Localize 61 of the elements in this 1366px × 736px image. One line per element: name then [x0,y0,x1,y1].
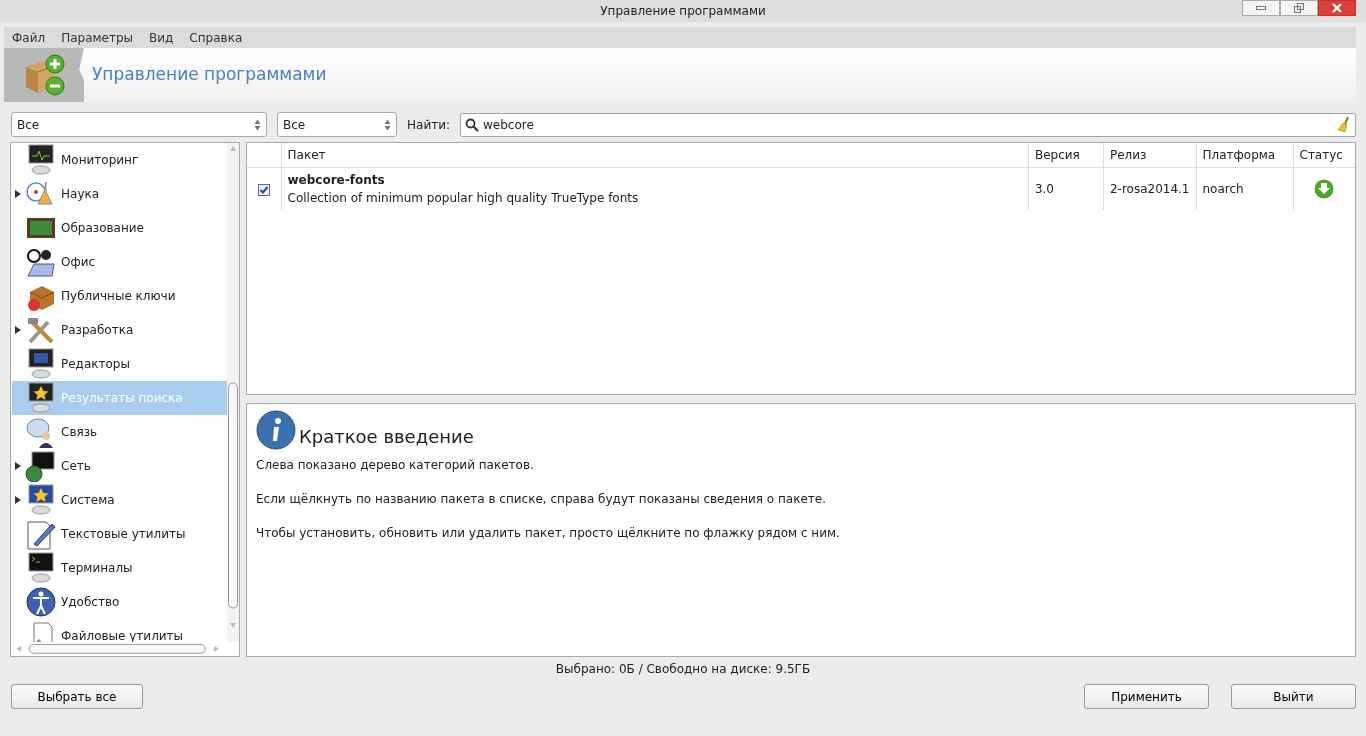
tree-item[interactable]: Мониторинг [12,143,227,177]
info-icon [256,410,296,450]
window-title: Управление программами [600,3,766,20]
table-cell: 2-rosa2014.1 [1103,167,1196,210]
info-heading: Краткое введение [299,425,474,449]
table-cell: noarch [1196,167,1293,210]
info-paragraph: Слева показано дерево категорий пакетов. [256,457,535,474]
search-label: Найти: [407,116,450,134]
search-icon [465,117,479,132]
tree-item[interactable]: Офис [12,245,227,279]
tree-item[interactable]: Связь [12,415,227,449]
expand-arrow-icon[interactable] [15,326,21,334]
column-header[interactable]: Пакет [281,143,1029,168]
tree-item[interactable]: Удобство [12,585,227,619]
minimize-button[interactable] [1242,0,1280,16]
spinner-arrows-icon [254,118,261,131]
dialog-button[interactable]: Применить [1084,684,1209,709]
restore-icon [1294,3,1304,13]
select-all-button[interactable]: Выбрать все [11,684,143,709]
expand-arrow-icon[interactable] [15,190,21,198]
column-header[interactable]: Версия [1028,143,1104,168]
close-icon [1332,3,1342,13]
globe-monitor-icon [24,450,58,482]
tree-item[interactable]: Текстовые утилиты [12,517,227,551]
column-header[interactable]: Платформа [1196,143,1293,168]
tree-item[interactable]: Редакторы [12,347,227,381]
tree-item[interactable]: Терминалы [12,551,227,585]
menu-item[interactable]: Параметры [53,28,142,47]
info-paragraph: Чтобы установить, обновить или удалить пакет, просто щёлкните по флажку рядом с ним. [256,525,841,542]
close-button[interactable] [1318,0,1356,16]
tree-item[interactable]: Файловые утилиты [12,619,227,643]
tree-item[interactable]: Система [12,483,227,517]
app-heading: Управление программами [92,63,327,87]
menu-item[interactable]: Справка [181,28,251,47]
menu-item[interactable]: Файл [4,28,54,47]
status-text: Выбрано: 0Б / Свободно на диске: 9.5ГБ [554,661,812,678]
package-name: webcore-fonts [287,172,386,189]
info-paragraph: Если щёлкнуть по названию пакета в списке, справа будут показаны сведения о пакете. [256,491,828,508]
tree-item[interactable]: Сеть [12,449,227,483]
dialog-button[interactable]: Выйти [1231,684,1356,709]
filter-dropdown[interactable]: Все [277,112,397,137]
broom-icon [1337,116,1351,133]
tree-item[interactable]: Разработка [12,313,227,347]
expand-arrow-icon[interactable] [15,496,21,504]
accessibility-icon [24,586,58,618]
checkbox[interactable] [257,183,270,196]
menu-item[interactable]: Вид [141,28,182,47]
tree-item[interactable]: Образование [12,211,227,245]
restore-button[interactable] [1280,0,1318,16]
expand-arrow-icon[interactable] [15,462,21,470]
spinner-arrows-icon [384,118,391,131]
tree-item[interactable]: Публичные ключи [12,279,227,313]
minimize-icon [1256,6,1266,10]
table-cell: 3.0 [1028,167,1104,210]
package-summary: Collection of minimum popular high quality TrueType fonts [287,190,640,207]
pen-document-icon [24,518,58,550]
tree-item[interactable]: Наука [12,177,227,211]
column-header[interactable]: Статус [1293,143,1355,168]
search-field[interactable]: webcore [460,112,1356,137]
filter-dropdown[interactable]: Все [11,112,267,137]
column-header[interactable]: Релиз [1103,143,1196,168]
